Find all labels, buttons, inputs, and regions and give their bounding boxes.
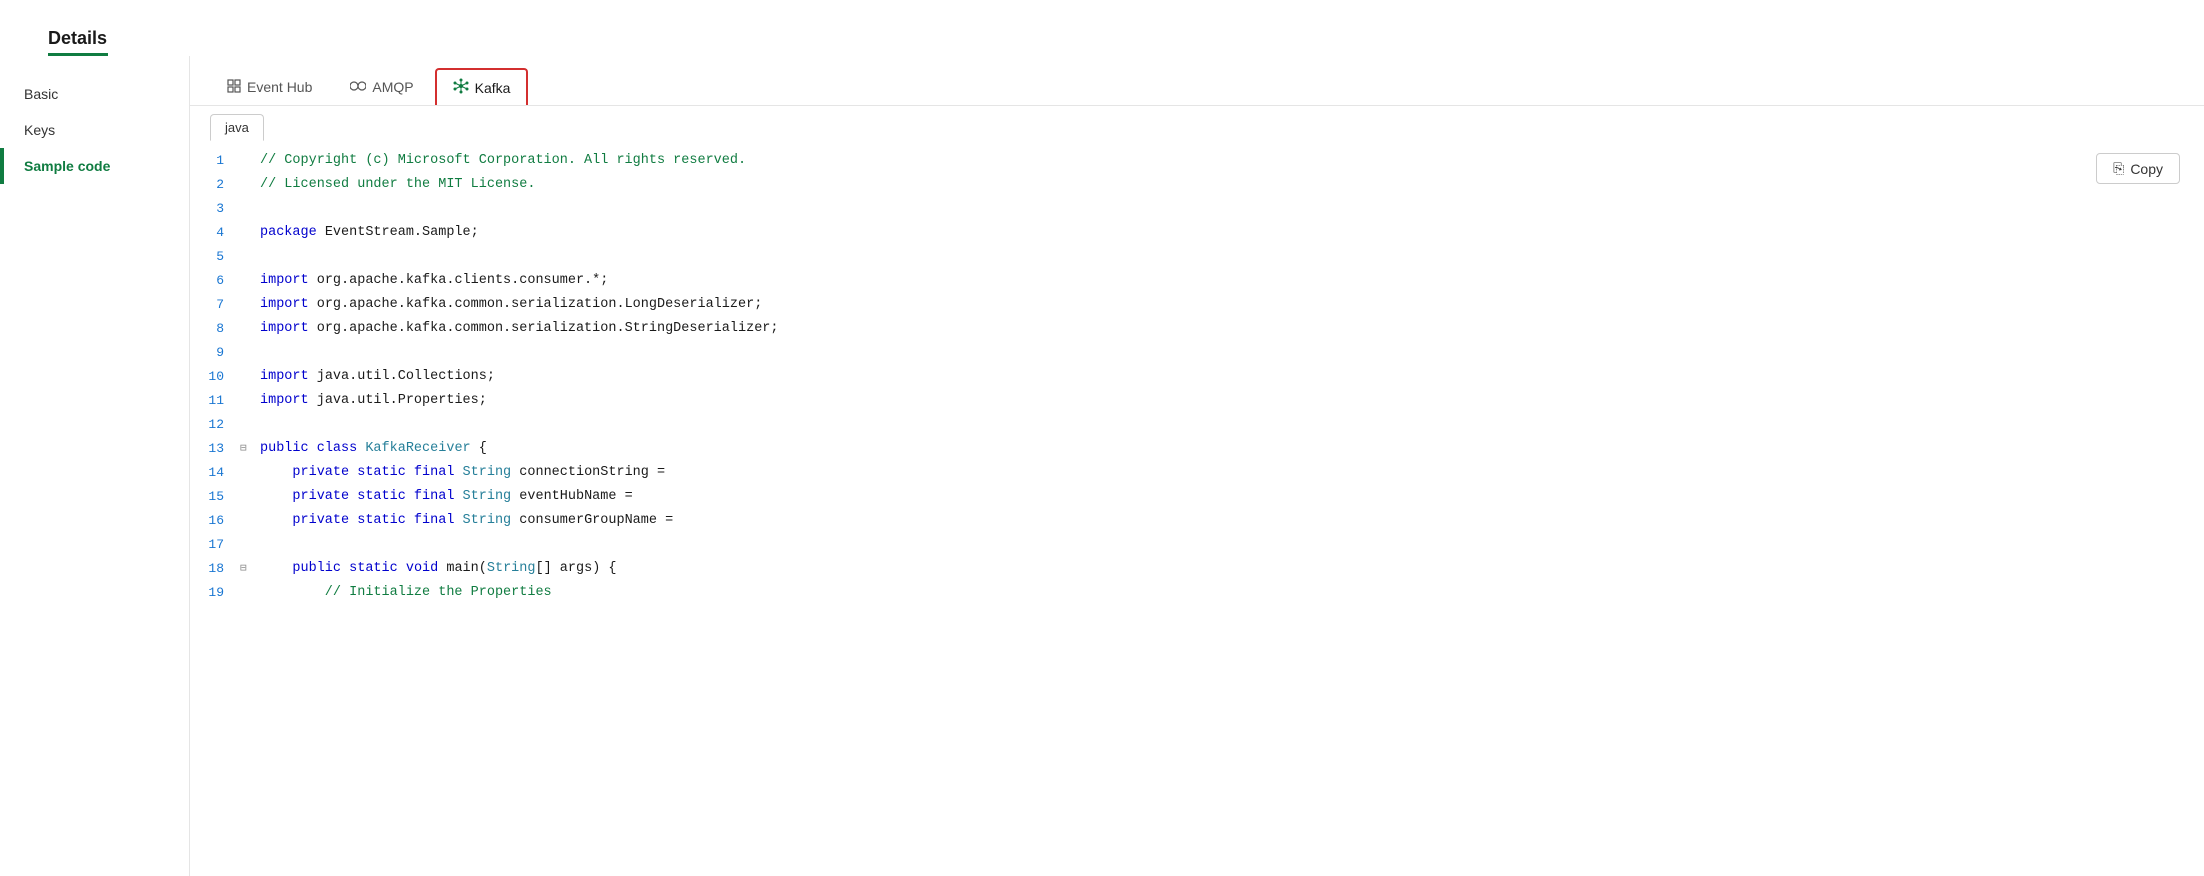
line-code-18: public static void main(String[] args) { (260, 557, 2204, 581)
copy-button[interactable]: ⎘ Copy (2096, 153, 2180, 184)
line-number-2: 2 (190, 173, 240, 197)
line-toggle-13[interactable]: ⊟ (240, 437, 256, 461)
lang-tabs-bar: java (190, 106, 2204, 141)
event-hub-icon (227, 79, 241, 96)
code-line-9: 9 (190, 341, 2204, 365)
line-number-13: 13 (190, 437, 240, 461)
line-code-1: // Copyright (c) Microsoft Corporation. … (260, 149, 2204, 173)
line-number-16: 16 (190, 509, 240, 533)
code-line-11: 11 import java.util.Properties; (190, 389, 2204, 413)
code-wrapper[interactable]: ⎘ Copy 1 // Copyright (c) Microsoft Corp… (190, 141, 2204, 876)
main-layout: BasicKeysSample code Event Hub AMQP Kafka… (0, 56, 2204, 876)
line-code-2: // Licensed under the MIT License. (260, 173, 2204, 197)
sidebar-item-sample-code[interactable]: Sample code (0, 148, 189, 184)
line-number-5: 5 (190, 245, 240, 269)
code-line-16: 16 private static final String consumerG… (190, 509, 2204, 533)
line-code-14: private static final String connectionSt… (260, 461, 2204, 485)
lang-tab-java[interactable]: java (210, 114, 264, 141)
line-number-7: 7 (190, 293, 240, 317)
code-line-15: 15 private static final String eventHubN… (190, 485, 2204, 509)
tab-event-hub[interactable]: Event Hub (210, 70, 329, 104)
line-code-16: private static final String consumerGrou… (260, 509, 2204, 533)
app-container: Details BasicKeysSample code Event Hub AM… (0, 0, 2204, 876)
code-line-1: 1 // Copyright (c) Microsoft Corporation… (190, 149, 2204, 173)
sidebar-item-keys[interactable]: Keys (0, 112, 189, 148)
line-code-10: import java.util.Collections; (260, 365, 2204, 389)
code-line-10: 10 import java.util.Collections; (190, 365, 2204, 389)
line-number-12: 12 (190, 413, 240, 437)
tab-label-kafka: Kafka (475, 80, 511, 96)
code-container: ⎘ Copy 1 // Copyright (c) Microsoft Corp… (190, 141, 2204, 613)
line-number-15: 15 (190, 485, 240, 509)
code-line-18: 18⊟ public static void main(String[] arg… (190, 557, 2204, 581)
line-number-19: 19 (190, 581, 240, 605)
line-code-7: import org.apache.kafka.common.serializa… (260, 293, 2204, 317)
code-line-13: 13⊟public class KafkaReceiver { (190, 437, 2204, 461)
code-line-2: 2 // Licensed under the MIT License. (190, 173, 2204, 197)
line-number-9: 9 (190, 341, 240, 365)
code-line-14: 14 private static final String connectio… (190, 461, 2204, 485)
line-number-10: 10 (190, 365, 240, 389)
code-line-5: 5 (190, 245, 2204, 269)
line-number-18: 18 (190, 557, 240, 581)
line-code-4: package EventStream.Sample; (260, 221, 2204, 245)
protocol-tabs-bar: Event Hub AMQP Kafka (190, 56, 2204, 106)
sidebar: BasicKeysSample code (0, 56, 190, 876)
amqp-icon (350, 79, 366, 96)
page-title: Details (24, 14, 2180, 49)
line-number-6: 6 (190, 269, 240, 293)
code-line-17: 17 (190, 533, 2204, 557)
line-number-11: 11 (190, 389, 240, 413)
line-code-15: private static final String eventHubName… (260, 485, 2204, 509)
line-number-3: 3 (190, 197, 240, 221)
code-line-4: 4 package EventStream.Sample; (190, 221, 2204, 245)
content-area: Event Hub AMQP Kafka java ⎘ (190, 56, 2204, 876)
line-code-8: import org.apache.kafka.common.serializa… (260, 317, 2204, 341)
tab-amqp[interactable]: AMQP (333, 70, 430, 104)
code-line-12: 12 (190, 413, 2204, 437)
tab-label-event-hub: Event Hub (247, 79, 312, 95)
line-number-17: 17 (190, 533, 240, 557)
line-number-14: 14 (190, 461, 240, 485)
code-lines-container: 1 // Copyright (c) Microsoft Corporation… (190, 149, 2204, 605)
kafka-icon (453, 78, 469, 97)
line-number-1: 1 (190, 149, 240, 173)
sidebar-item-basic[interactable]: Basic (0, 76, 189, 112)
line-toggle-18[interactable]: ⊟ (240, 557, 256, 581)
code-line-19: 19 // Initialize the Properties (190, 581, 2204, 605)
code-line-7: 7 import org.apache.kafka.common.seriali… (190, 293, 2204, 317)
tab-kafka[interactable]: Kafka (435, 68, 529, 105)
code-line-8: 8 import org.apache.kafka.common.seriali… (190, 317, 2204, 341)
line-code-6: import org.apache.kafka.clients.consumer… (260, 269, 2204, 293)
line-number-4: 4 (190, 221, 240, 245)
code-line-3: 3 (190, 197, 2204, 221)
line-code-11: import java.util.Properties; (260, 389, 2204, 413)
line-code-13: public class KafkaReceiver { (260, 437, 2204, 461)
line-number-8: 8 (190, 317, 240, 341)
copy-button-label: Copy (2130, 161, 2163, 177)
line-code-19: // Initialize the Properties (260, 581, 2204, 605)
tab-label-amqp: AMQP (372, 79, 413, 95)
copy-icon: ⎘ (2113, 160, 2124, 177)
code-line-6: 6 import org.apache.kafka.clients.consum… (190, 269, 2204, 293)
